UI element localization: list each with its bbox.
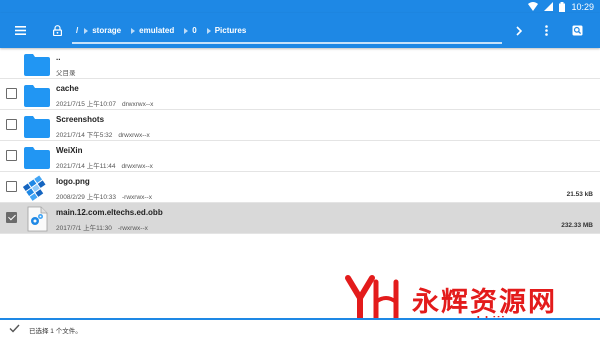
row-checkbox[interactable] bbox=[6, 88, 17, 99]
file-size: 232.33 MB bbox=[561, 222, 593, 229]
status-time: 10:29 bbox=[571, 1, 594, 12]
breadcrumb-underline bbox=[72, 42, 502, 44]
list-item[interactable]: WeiXin 2021/7/14 上午11:44 drwxrwx--x bbox=[0, 141, 600, 172]
file-meta: 父目录 bbox=[56, 70, 76, 77]
image-thumbnail-icon bbox=[23, 175, 46, 201]
forward-button[interactable] bbox=[505, 13, 533, 48]
list-item[interactable]: logo.png 2008/2/29 上午10:33 -rwxrwx--x 21.… bbox=[0, 172, 600, 203]
chevron-right-icon bbox=[184, 27, 189, 34]
status-bar: 10:29 bbox=[0, 0, 600, 13]
file-name: WeiXin bbox=[56, 146, 83, 155]
file-perms: -rwxrwx--x bbox=[117, 225, 148, 232]
file-perms: -rwxrwx--x bbox=[122, 194, 152, 201]
toolbar: / storage emulated 0 Pictures bbox=[0, 13, 600, 48]
list-item-parent[interactable]: .. 父目录 bbox=[0, 48, 600, 79]
folder-icon bbox=[24, 116, 50, 138]
search-button[interactable] bbox=[563, 13, 591, 48]
chevron-right-icon bbox=[131, 27, 136, 34]
signal-icon bbox=[544, 2, 554, 11]
breadcrumb-storage[interactable]: storage bbox=[84, 26, 121, 35]
battery-icon bbox=[559, 1, 566, 12]
chevron-right-icon bbox=[206, 27, 211, 34]
wifi-icon bbox=[528, 2, 539, 11]
file-meta: 2008/2/29 上午10:33 -rwxrwx--x bbox=[56, 191, 158, 201]
hamburger-icon bbox=[14, 26, 26, 35]
menu-button[interactable] bbox=[6, 13, 34, 48]
list-item[interactable]: Screenshots 2021/7/14 下午5:32 drwxrwx--x bbox=[0, 110, 600, 141]
file-meta: 2017/7/1 上午11:30 -rwxrwx--x bbox=[56, 222, 154, 232]
package-file-icon bbox=[27, 206, 48, 232]
selection-status-text: 已选择 1 个文件。 bbox=[29, 328, 82, 335]
file-name: .. bbox=[56, 53, 61, 62]
chevron-right-icon bbox=[516, 25, 522, 36]
more-options-button[interactable] bbox=[532, 13, 560, 48]
file-date: 2008/2/29 上午10:33 bbox=[56, 194, 116, 201]
file-name: cache bbox=[56, 84, 79, 93]
status-icons: 10:29 bbox=[528, 1, 594, 12]
check-icon[interactable] bbox=[9, 324, 20, 333]
file-date: 2021/7/15 上午10:07 bbox=[56, 101, 116, 108]
breadcrumb: / storage emulated 0 Pictures bbox=[72, 17, 502, 44]
file-date: 2017/7/1 上午11:30 bbox=[56, 225, 112, 232]
folder-icon bbox=[24, 54, 50, 76]
file-size: 21.53 kB bbox=[566, 191, 593, 198]
breadcrumb-pictures[interactable]: Pictures bbox=[206, 26, 246, 35]
lock-icon bbox=[52, 25, 62, 36]
list-item[interactable]: main.12.com.eltechs.ed.obb 2017/7/1 上午11… bbox=[0, 203, 600, 234]
chevron-right-icon bbox=[84, 27, 89, 34]
row-checkbox[interactable] bbox=[6, 119, 17, 130]
file-name: logo.png bbox=[56, 177, 90, 186]
more-vert-icon bbox=[544, 25, 548, 36]
file-name: main.12.com.eltechs.ed.obb bbox=[56, 208, 163, 217]
file-name: Screenshots bbox=[56, 115, 105, 124]
file-date: 2021/7/14 上午11:44 bbox=[56, 163, 116, 170]
breadcrumb-root[interactable]: / bbox=[76, 26, 78, 35]
lock-button[interactable] bbox=[43, 13, 71, 48]
file-meta: 2021/7/15 上午10:07 drwxrwx--x bbox=[56, 98, 159, 108]
file-meta: 2021/7/14 上午11:44 drwxrwx--x bbox=[56, 160, 159, 170]
breadcrumb-0[interactable]: 0 bbox=[184, 26, 197, 35]
search-icon bbox=[572, 25, 582, 36]
row-checkbox[interactable] bbox=[6, 150, 17, 161]
breadcrumb-emulated[interactable]: emulated bbox=[131, 26, 174, 35]
list-item[interactable]: cache 2021/7/15 上午10:07 drwxrwx--x bbox=[0, 79, 600, 110]
row-checkbox[interactable] bbox=[6, 212, 17, 223]
selection-bar: 已选择 1 个文件。 bbox=[0, 318, 600, 338]
file-meta: 2021/7/14 下午5:32 drwxrwx--x bbox=[56, 129, 156, 139]
row-checkbox[interactable] bbox=[6, 181, 17, 192]
folder-icon bbox=[24, 147, 50, 169]
file-perms: drwxrwx--x bbox=[122, 101, 154, 108]
file-perms: drwxrwx--x bbox=[121, 163, 153, 170]
file-date: 2021/7/14 下午5:32 bbox=[56, 132, 113, 139]
file-perms: drwxrwx--x bbox=[118, 132, 150, 139]
folder-icon bbox=[24, 85, 50, 107]
